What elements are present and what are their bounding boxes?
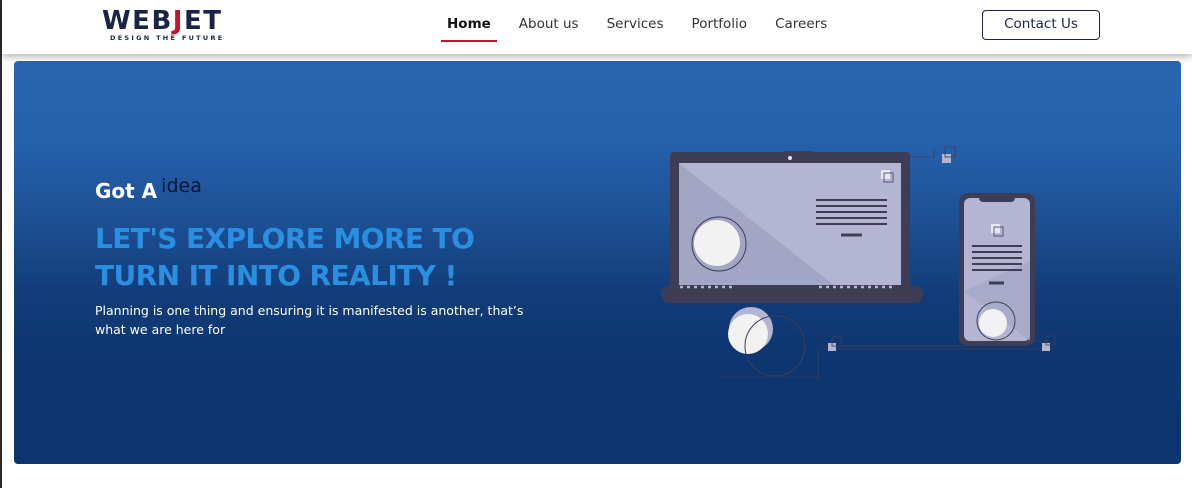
site-header: WEBJET DESIGN THE FUTURE Home About us S… bbox=[2, 0, 1192, 54]
laptop-graphic bbox=[661, 151, 923, 303]
logo-tagline: DESIGN THE FUTURE bbox=[110, 34, 225, 42]
laptop-and-phone-icon bbox=[661, 146, 1056, 381]
window-left-edge bbox=[0, 0, 2, 488]
hero-description: Planning is one thing and ensuring it is… bbox=[95, 303, 524, 337]
hero-banner: Got Aidea LET'S EXPLORE MORE TO TURN IT … bbox=[14, 61, 1181, 464]
headline-line-1: LET'S EXPLORE MORE TO bbox=[95, 222, 475, 255]
phone-graphic bbox=[959, 193, 1035, 346]
nav-portfolio[interactable]: Portfolio bbox=[678, 16, 762, 42]
nav-careers[interactable]: Careers bbox=[761, 16, 841, 42]
main-nav: Home About us Services Portfolio Careers bbox=[433, 16, 841, 44]
hero-kicker: Got Aidea bbox=[95, 175, 202, 203]
contact-us-button[interactable]: Contact Us bbox=[982, 10, 1100, 40]
logo-wordmark: WEBJET bbox=[102, 6, 223, 36]
got-a-text: Got A bbox=[95, 179, 158, 203]
floating-circles bbox=[728, 307, 806, 377]
nav-services[interactable]: Services bbox=[593, 16, 678, 42]
idea-text: idea bbox=[161, 175, 202, 197]
nav-about-us[interactable]: About us bbox=[505, 16, 593, 42]
nav-home[interactable]: Home bbox=[433, 16, 505, 42]
headline-line-2: TURN IT INTO REALITY ! bbox=[95, 259, 457, 292]
webjet-logo[interactable]: WEBJET DESIGN THE FUTURE bbox=[102, 6, 244, 44]
hero-headline: LET'S EXPLORE MORE TO TURN IT INTO REALI… bbox=[95, 220, 515, 294]
